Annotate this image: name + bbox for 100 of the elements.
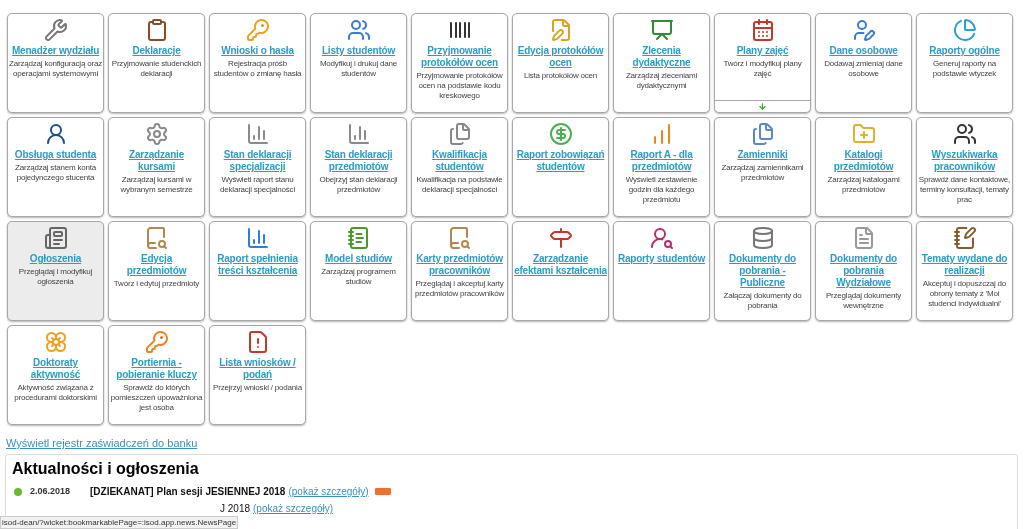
tile-link[interactable]: Portiernia - pobieranie kluczy (109, 357, 204, 381)
folder-plus-icon (851, 122, 876, 146)
menu-tile[interactable]: Raport spełnienia treści kształcenia (209, 221, 306, 321)
tile-link[interactable]: Zlecenia dydaktyczne (614, 45, 709, 69)
menu-tile[interactable]: Ogłoszenia Przeglądaj i modyfikuj ogłoszenia (7, 221, 104, 321)
tile-link[interactable]: Stan deklaracji specjalizacji (210, 149, 305, 173)
tile-link[interactable]: Karty przedmiotów pracowników (412, 253, 507, 277)
menu-tile[interactable]: Wnioski o hasła Rejestracja próśb studentów o zmianę hasła (209, 13, 306, 113)
tile-link[interactable]: Przyjmowanie protokółów ocen (412, 45, 507, 69)
menu-tile[interactable]: Zarządzanie efektami kształcenia (512, 221, 609, 321)
tile-link[interactable]: Zarządzanie kursami (109, 149, 204, 173)
tile-description: Twórz i edytuj przedmioty (112, 279, 201, 289)
menu-tile[interactable]: Plany zajęć Twórz i modyfikuj plany zajęć (714, 13, 811, 113)
menu-tile[interactable]: Model studiów Zarządzaj programem studiów (310, 221, 407, 321)
database-icon (750, 226, 775, 250)
menu-tile[interactable]: Edycja przedmiotów Twórz i edytuj przedmioty (108, 221, 205, 321)
dollar-icon (548, 122, 573, 146)
tile-link[interactable]: Menadżer wydziału (10, 45, 101, 57)
tile-description: Sprawdź do których pomieszczeń upoważniona jest osoba (109, 383, 204, 413)
tile-link[interactable]: Raport A - dla przedmiotów (614, 149, 709, 173)
menu-tile[interactable]: Raporty ogólne Generuj raporty na podstawie wtyczek (916, 13, 1013, 113)
menu-tile[interactable]: Zamienniki Zarządzaj zamiennikami przedmiotów (714, 117, 811, 217)
wrench-icon (43, 18, 68, 42)
tile-description: Modyfikuj i drukuj dane studentów (318, 59, 399, 79)
menu-tile[interactable]: Wyszukiwarka pracowników Sprawdź dane kontaktowe, terminy konsultacji, tematy prac (916, 117, 1013, 217)
menu-tile[interactable]: Dokumenty do pobrania - Publiczne Załączaj dokumenty do pobrania (714, 221, 811, 321)
menu-tile[interactable]: Dane osobowe Dodawaj zmieniaj dane osobowe (815, 13, 912, 113)
users-icon (346, 18, 371, 42)
menu-tile[interactable]: Dokumenty do pobrania Wydziałowe Przeglądaj dokumenty wewnętrzne (815, 221, 912, 321)
tile-link[interactable]: Raporty ogólne (928, 45, 1001, 57)
tile-description: Dodawaj zmieniaj dane osobowe (823, 59, 904, 79)
tile-link[interactable]: Dokumenty do pobrania Wydziałowe (816, 253, 911, 289)
tile-link[interactable]: Edycja protokółów ocen (513, 45, 608, 69)
menu-tile[interactable]: Karty przedmiotów pracowników Przeglądaj i akceptuj karty przedmiotów pracowników (411, 221, 508, 321)
menu-tile[interactable]: Doktoraty aktywność Aktywność związana z procedurami doktorskimi (7, 325, 104, 425)
details-link[interactable]: (pokaż szczegóły) (288, 484, 369, 499)
menu-tile[interactable]: Edycja protokółów ocen Lista protokółów ocen (512, 13, 609, 113)
menu-tile[interactable]: Katalogi przedmiotów Zarządzaj katalogami przedmiotów (815, 117, 912, 217)
tile-link[interactable]: Katalogi przedmiotów (816, 149, 911, 173)
tile-link[interactable]: Edycja przedmiotów (109, 253, 204, 277)
tile-description: Wyświetl raport stanu deklaracji specjalności (219, 175, 296, 195)
tile-description: Wyświetl zestawienie godzin dla każdego przedmiotu (624, 175, 699, 205)
menu-tile[interactable]: Zarządzanie kursami Zarządzaj kursami w wybranym semestrze (108, 117, 205, 217)
pie-chart-icon (952, 18, 977, 42)
new-badge-icon (375, 488, 392, 495)
tile-description: Załączaj dokumenty do pobrania (722, 291, 803, 311)
menu-tile[interactable]: Portiernia - pobieranie kluczy Sprawdź do których pomieszczeń upoważniona jest osoba (108, 325, 205, 425)
tile-link[interactable]: Ogłoszenia (28, 253, 83, 265)
news-title: [DZIEKANAT] Plan sesji JESIENNEJ 2018 (90, 485, 286, 499)
tile-description: Przejrzyj wnioski / podania (212, 383, 303, 393)
book-search-icon (447, 226, 472, 250)
menu-tile[interactable]: Listy studentów Modyfikuj i drukuj dane studentów (310, 13, 407, 113)
tile-link[interactable]: Wnioski o hasła (220, 45, 295, 57)
details-link[interactable]: (pokaż szczegóły) (253, 501, 334, 516)
menu-tile[interactable]: Tematy wydane do realizacji Akceptuj i dopuszczaj do obrony tematy z 'Moi studenci indywidualni' (916, 221, 1013, 321)
menu-tile[interactable]: Lista wniosków / podań Przejrzyj wnioski / podania (209, 325, 306, 425)
tile-link[interactable]: Kwalifikacja studentów (412, 149, 507, 173)
bar-chart-icon (346, 122, 371, 146)
tile-description: Zarządzaj programem studiów (320, 267, 397, 287)
tile-link[interactable]: Doktoraty aktywność (8, 357, 103, 381)
documents-icon (750, 122, 775, 146)
menu-tile[interactable]: Obsługa studenta Zarządzaj stanem konta pojedynczego stucenta (7, 117, 104, 217)
tile-link[interactable]: Raport zobowiązań studentów (513, 149, 608, 173)
tile-link[interactable]: Stan deklaracji przedmiotów (311, 149, 406, 173)
tile-link[interactable]: Plany zajęć (735, 45, 790, 57)
menu-tile[interactable]: Stan deklaracji specjalizacji Wyświetl raport stanu deklaracji specjalności (209, 117, 306, 217)
bank-register-link[interactable]: Wyświetl rejestr zaświadczeń do banku (6, 437, 198, 449)
tile-description: Zarządzaj stanem konta pojedynczego stucenta (14, 163, 97, 183)
tile-link[interactable]: Lista wniosków / podań (210, 357, 305, 381)
tile-link[interactable]: Model studiów (324, 253, 393, 265)
tile-link[interactable]: Tematy wydane do realizacji (917, 253, 1012, 277)
menu-tile[interactable]: Raport zobowiązań studentów (512, 117, 609, 217)
tile-link[interactable]: Raport spełnienia treści kształcenia (210, 253, 305, 277)
tile-link[interactable]: Zarządzanie efektami kształcenia (513, 253, 608, 277)
tile-description: Rejestracja próśb studentów o zmianę hasła (212, 59, 303, 79)
menu-tile[interactable]: Zlecenia dydaktyczne Zarządzaj zleceniami dydaktycznymi (613, 13, 710, 113)
menu-tile[interactable]: Raport A - dla przedmiotów Wyświetl zestawienie godzin dla każdego przedmiotu (613, 117, 710, 217)
tile-description: Obejrzyj stan deklaracji przedmiotów (318, 175, 399, 195)
tile-link[interactable]: Obsługa studenta (13, 149, 98, 161)
tile-description: Generuj raporty na podstawie wtyczek (931, 59, 998, 79)
expand-arrow-icon[interactable] (758, 102, 767, 111)
tile-link[interactable]: Wyszukiwarka pracowników (917, 149, 1012, 173)
flower-icon (43, 330, 68, 354)
menu-tile[interactable]: Stan deklaracji przedmiotów Obejrzyj stan deklaracji przedmiotów (310, 117, 407, 217)
tile-description: Akceptuj i dopuszczaj do obrony tematy z 'Moi studenci indywidualni' (921, 279, 1008, 309)
tile-link[interactable]: Raporty studentów (616, 253, 707, 265)
tile-link[interactable]: Listy studentów (320, 45, 397, 57)
tile-description: Zarządzaj kursami w wybranym semestrze (119, 175, 194, 195)
menu-tile[interactable]: Deklaracje Przyjmowanie studenckich deklaracji (108, 13, 205, 113)
menu-tile[interactable]: Przyjmowanie protokółów ocen Przyjmowanie protokółów ocen na podstawie kodu kreskowego (411, 13, 508, 113)
menu-tile[interactable]: Raporty studentów (613, 221, 710, 321)
user-pen-icon (851, 18, 876, 42)
tile-link[interactable]: Dane osobowe (828, 45, 899, 57)
menu-tile[interactable]: Kwalifikacja studentów Kwalifikacja na podstawie deklaracji specjalności (411, 117, 508, 217)
tile-link[interactable]: Deklaracje (131, 45, 182, 57)
gear-icon (144, 122, 169, 146)
tile-description: Twórz i modyfikuj plany zajęć (722, 59, 803, 79)
tile-link[interactable]: Dokumenty do pobrania - Publiczne (715, 253, 810, 289)
tile-link[interactable]: Zamienniki (736, 149, 789, 161)
menu-tile[interactable]: Menadżer wydziału Zarządzaj konfiguracją oraz operacjami systemowymi (7, 13, 104, 113)
